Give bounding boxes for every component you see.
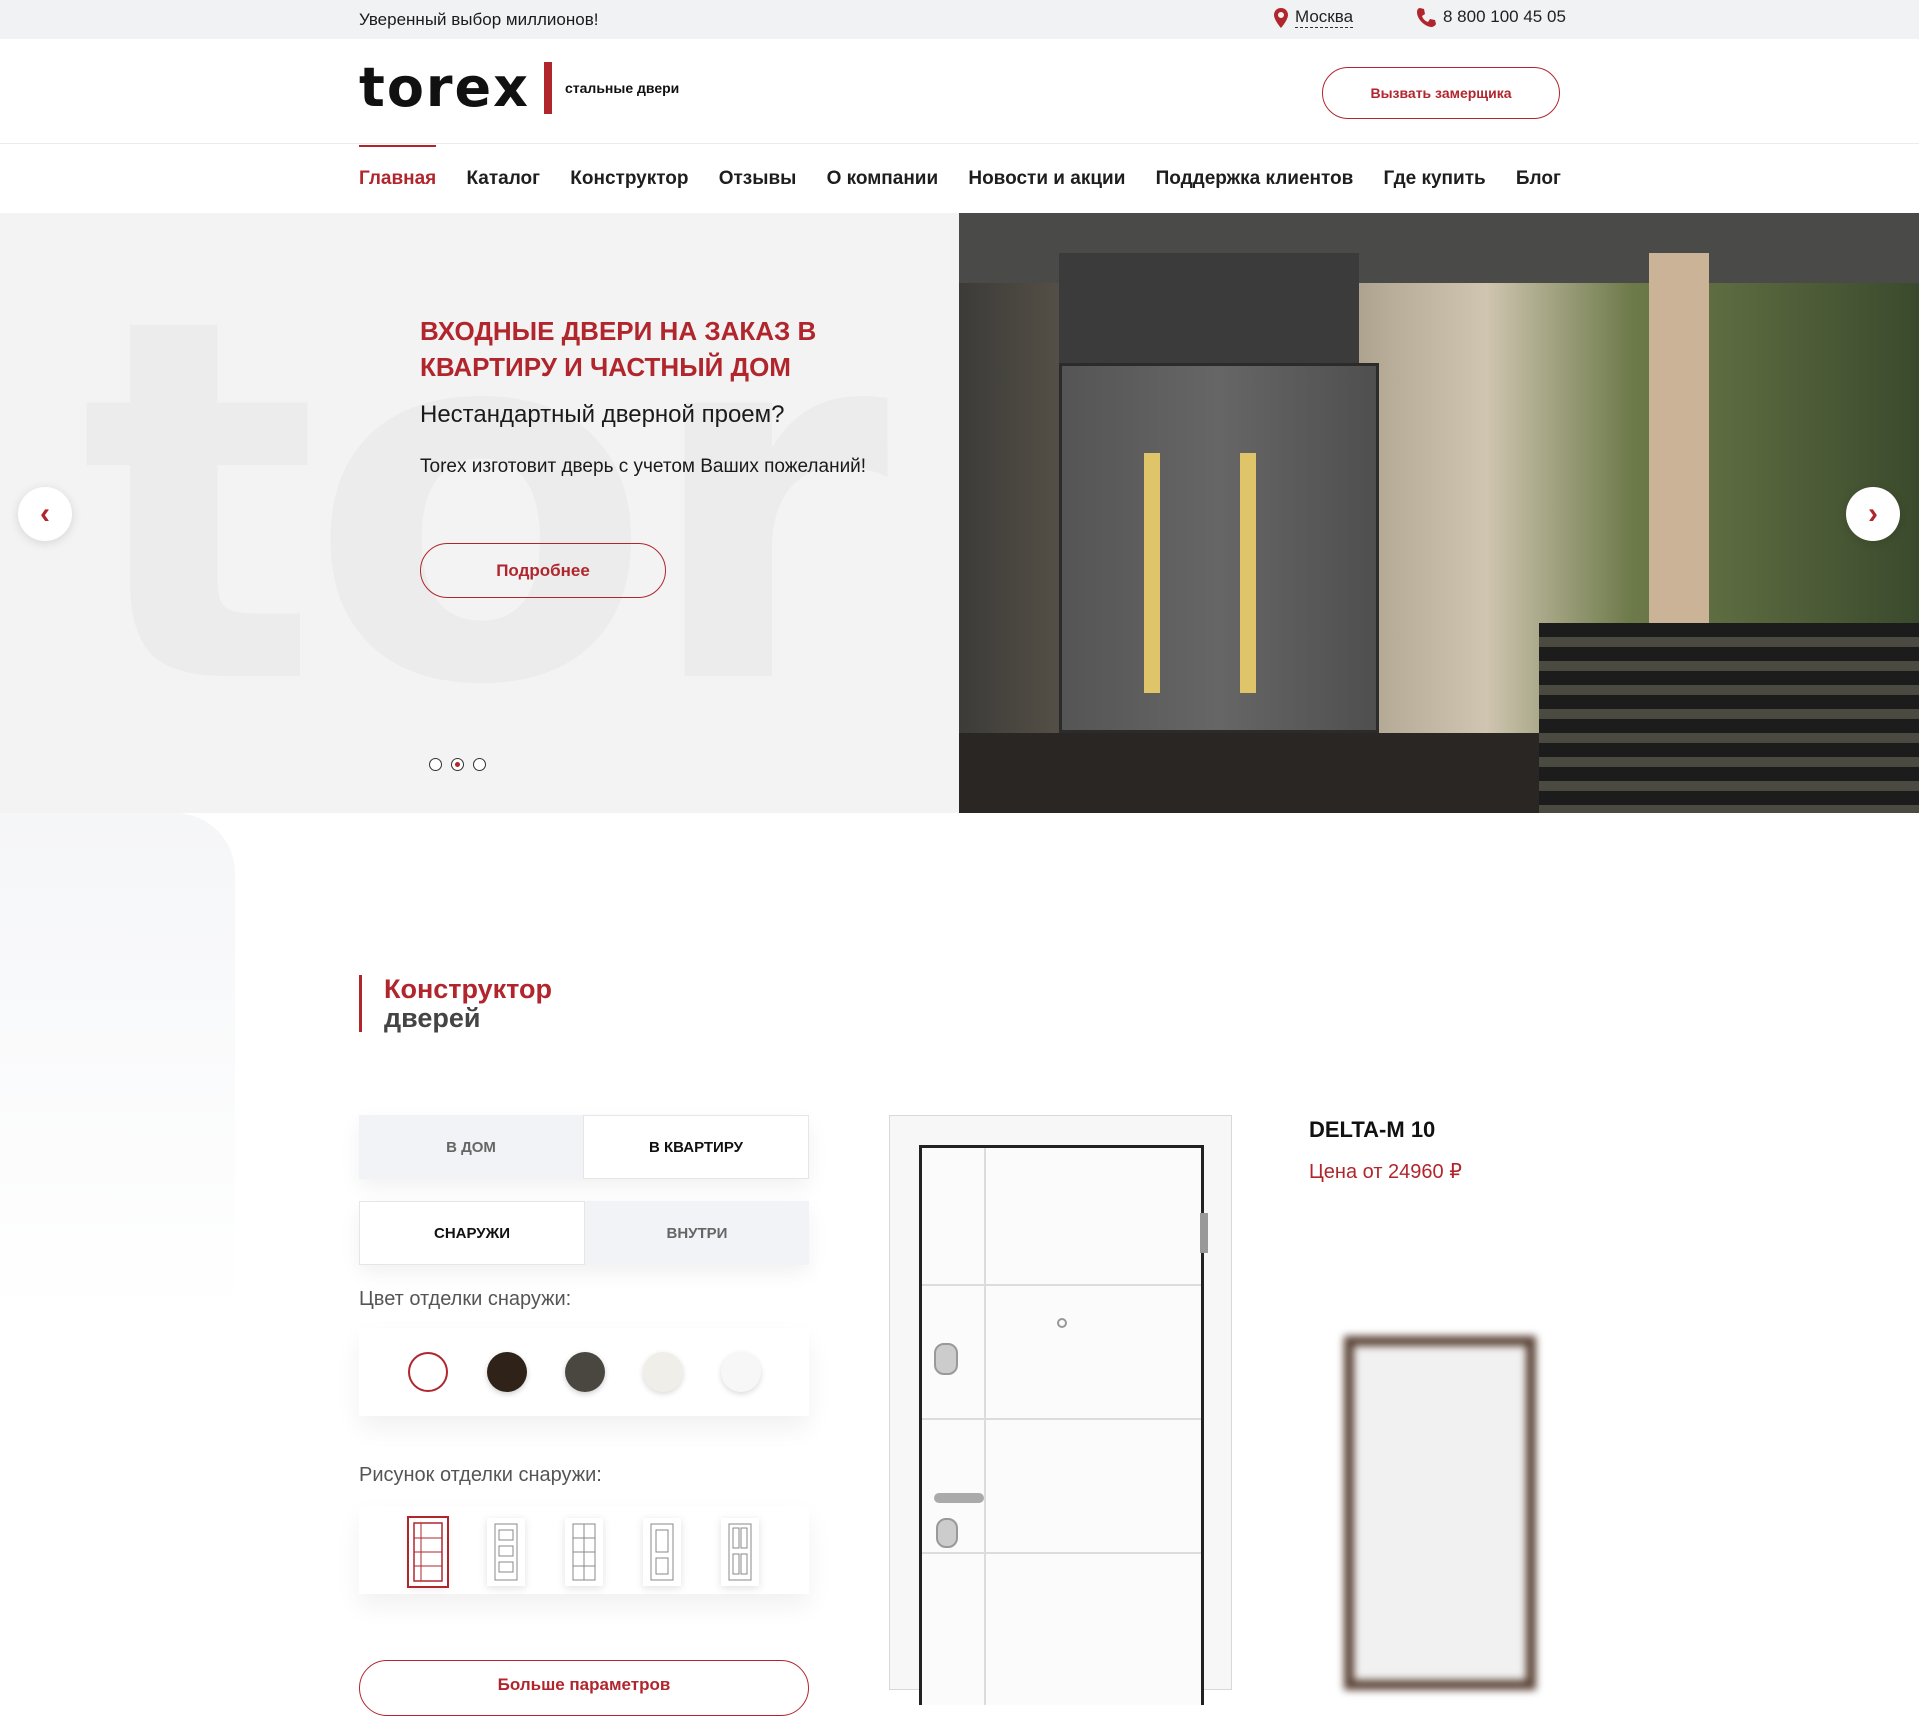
logo[interactable]: torex стальные двери — [359, 61, 679, 115]
chevron-right-icon: › — [1868, 497, 1878, 530]
nav-item-blog[interactable]: Блог — [1516, 145, 1561, 213]
tab-outside[interactable]: СНАРУЖИ — [359, 1201, 585, 1265]
placement-tabs: В ДОМ В КВАРТИРУ — [359, 1115, 809, 1179]
section-title: Конструктор дверей — [359, 974, 553, 1033]
slider-dots — [429, 758, 486, 771]
more-params-button[interactable]: Больше параметров — [359, 1660, 809, 1716]
color-label: Цвет отделки снаружи: — [359, 1288, 572, 1310]
nav-item-reviews[interactable]: Отзывы — [719, 145, 797, 213]
pattern-label: Рисунок отделки снаружи: — [359, 1464, 602, 1486]
section-title-line2: дверей — [384, 1003, 481, 1033]
color-swatch-cream[interactable] — [643, 1352, 683, 1392]
pattern-options — [359, 1506, 809, 1594]
tab-inside[interactable]: ВНУТРИ — [585, 1201, 809, 1265]
nav-item-catalog[interactable]: Каталог — [466, 145, 540, 213]
tab-house[interactable]: В ДОМ — [359, 1115, 583, 1179]
city-selector[interactable]: Москва — [1274, 7, 1354, 28]
door-inside-preview — [1344, 1336, 1536, 1690]
door-leaf — [919, 1145, 1208, 1705]
phone-icon — [1417, 8, 1436, 27]
slider-dot-1[interactable] — [429, 758, 442, 771]
product-name: DELTA-M 10 — [1309, 1117, 1436, 1142]
logo-text: torex — [359, 56, 530, 119]
hero-subtitle: Нестандартный дверной проем? — [420, 401, 785, 428]
nav-item-about[interactable]: О компании — [827, 145, 939, 213]
top-bar: Уверенный выбор миллионов! Москва 8 800 … — [0, 0, 1919, 39]
hinge-icon — [1200, 1213, 1208, 1253]
slider-dot-2[interactable] — [451, 758, 464, 771]
header: torex стальные двери Вызвать замерщика — [0, 39, 1919, 144]
nav-item-support[interactable]: Поддержка клиентов — [1156, 145, 1354, 213]
hero-title: ВХОДНЫЕ ДВЕРИ НА ЗАКАЗ В КВАРТИРУ И ЧАСТ… — [420, 316, 817, 382]
slider-prev-button[interactable]: ‹ — [18, 487, 72, 541]
pattern-option-5[interactable] — [721, 1518, 759, 1586]
hero-door-photo — [959, 213, 1919, 813]
pattern-option-2[interactable] — [487, 1518, 525, 1586]
side-tabs: СНАРУЖИ ВНУТРИ — [359, 1201, 809, 1265]
color-swatch-white[interactable] — [408, 1352, 448, 1392]
peephole-icon — [1057, 1318, 1067, 1328]
nav-item-news[interactable]: Новости и акции — [968, 145, 1125, 213]
chevron-left-icon: ‹ — [40, 497, 50, 530]
handle-icon — [934, 1493, 984, 1503]
lock-icon — [936, 1518, 958, 1548]
color-swatch-dark-brown[interactable] — [487, 1352, 527, 1392]
phone-number[interactable]: 8 800 100 45 05 — [1443, 7, 1566, 27]
main-nav: Главная Каталог Конструктор Отзывы О ком… — [359, 145, 1561, 213]
pattern-option-3[interactable] — [565, 1518, 603, 1586]
city-name[interactable]: Москва — [1295, 7, 1354, 28]
decorative-side-panel — [0, 813, 235, 1313]
tagline: Уверенный выбор миллионов! — [359, 10, 599, 29]
logo-subtitle: стальные двери — [565, 80, 680, 96]
slider-dot-3[interactable] — [473, 758, 486, 771]
pattern-option-1[interactable] — [407, 1516, 449, 1588]
pattern-option-4[interactable] — [643, 1518, 681, 1586]
door-preview — [889, 1115, 1232, 1705]
nav-item-where-to-buy[interactable]: Где купить — [1384, 145, 1486, 213]
location-pin-icon — [1274, 7, 1288, 28]
more-button[interactable]: Подробнее — [420, 543, 666, 598]
color-swatch-graphite[interactable] — [565, 1352, 605, 1392]
phone-link[interactable]: 8 800 100 45 05 — [1416, 7, 1566, 27]
logo-divider — [544, 62, 552, 114]
section-title-line1: Конструктор — [384, 974, 553, 1004]
nav-item-home[interactable]: Главная — [359, 145, 437, 213]
nav-item-constructor[interactable]: Конструктор — [570, 145, 688, 213]
slider-next-button[interactable]: › — [1846, 487, 1900, 541]
hero-slider: tor ВХОДНЫЕ ДВЕРИ НА ЗАКАЗ В КВАРТИРУ И … — [0, 213, 1919, 813]
color-swatch-light[interactable] — [721, 1352, 761, 1392]
call-measurer-button[interactable]: Вызвать замерщика — [1322, 67, 1560, 119]
product-price: Цена от 24960 ₽ — [1309, 1161, 1462, 1183]
color-swatches — [359, 1328, 809, 1416]
hero-text: Torex изготовит дверь с учетом Ваших пож… — [420, 456, 867, 477]
tab-apartment[interactable]: В КВАРТИРУ — [583, 1115, 809, 1179]
lock-icon — [934, 1343, 958, 1375]
